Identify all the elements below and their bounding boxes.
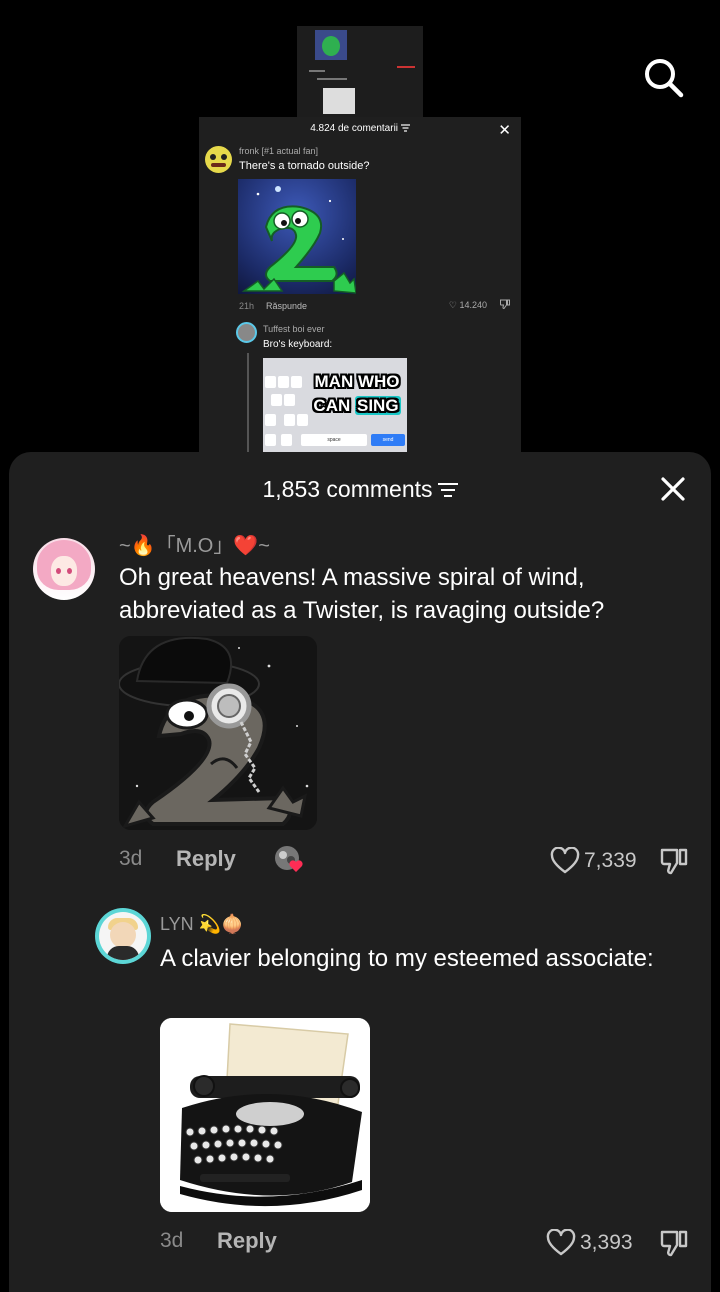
reply-button[interactable]: Reply <box>217 1228 277 1254</box>
embedded-reply-username: Tuffest boi ever <box>263 324 325 334</box>
comment-username[interactable]: ~🔥「M.O」❤️~ <box>119 529 270 558</box>
comment-count-header[interactable]: 1,853 comments <box>0 476 720 504</box>
embedded-comment-count: 4.824 de comentarii <box>310 123 410 134</box>
comment-image-typewriter[interactable] <box>160 1018 370 1212</box>
like-count: 3,393 <box>580 1231 633 1254</box>
thumbs-down-icon <box>660 1230 688 1257</box>
video-caption-line2: CAN SING <box>313 396 401 415</box>
embedded-heart-icon: ♡ <box>448 300 457 310</box>
dislike-button[interactable] <box>658 845 690 877</box>
comment-username[interactable]: LYN 💫🧅 <box>160 914 244 935</box>
embedded-reply-text: Bro's keyboard: <box>263 339 333 350</box>
embedded-reply-label: Răspunde <box>266 301 308 311</box>
video-caption-line1: MAN WHO <box>314 372 400 391</box>
like-count: 7,339 <box>584 849 637 872</box>
thumbs-down-icon <box>660 848 688 875</box>
close-icon <box>661 477 685 501</box>
embedded-avatar <box>205 146 232 173</box>
comment-text: Oh great heavens! A massive spiral of wi… <box>119 564 605 624</box>
embedded-frog-image <box>238 179 356 294</box>
embedded-thread-line <box>247 353 249 457</box>
embedded-dislike-icon <box>499 298 511 313</box>
embedded-close-icon: ✕ <box>498 122 511 139</box>
embedded-comment-time: 21h <box>239 301 255 311</box>
embedded-reply-avatar <box>236 322 257 343</box>
heart-icon <box>550 847 580 874</box>
like-button[interactable]: 7,339 <box>550 845 637 877</box>
close-comments-button[interactable] <box>656 472 690 506</box>
comment-text: A clavier belonging to my esteemed assoc… <box>160 945 654 972</box>
avatar[interactable] <box>33 538 95 600</box>
nested-screenshot-thumbnail <box>297 26 423 118</box>
embedded-likes: ♡ 14.240 <box>448 300 487 310</box>
avatar[interactable] <box>95 908 151 964</box>
filter-icon <box>437 477 458 504</box>
search-button[interactable] <box>640 55 686 101</box>
tiny-keyboard-image <box>323 88 355 114</box>
like-button[interactable]: 3,393 <box>546 1227 633 1259</box>
dislike-button[interactable] <box>658 1227 690 1259</box>
embedded-screenshot: 4.824 de comentarii ✕ fronk [#1 actual f… <box>199 117 521 457</box>
heart-icon <box>546 1229 576 1256</box>
embedded-comment-text: There's a tornado outside? <box>239 160 370 172</box>
comment-time: 3d <box>119 847 143 870</box>
creator-liked-badge <box>274 844 306 874</box>
comment-image-monocle-creature[interactable] <box>119 636 317 830</box>
reply-button[interactable]: Reply <box>176 846 236 872</box>
tiny-frog-image <box>315 30 347 60</box>
embedded-username: fronk [#1 actual fan] <box>239 146 319 156</box>
comment-time: 3d <box>160 1229 184 1252</box>
search-icon <box>645 59 684 98</box>
